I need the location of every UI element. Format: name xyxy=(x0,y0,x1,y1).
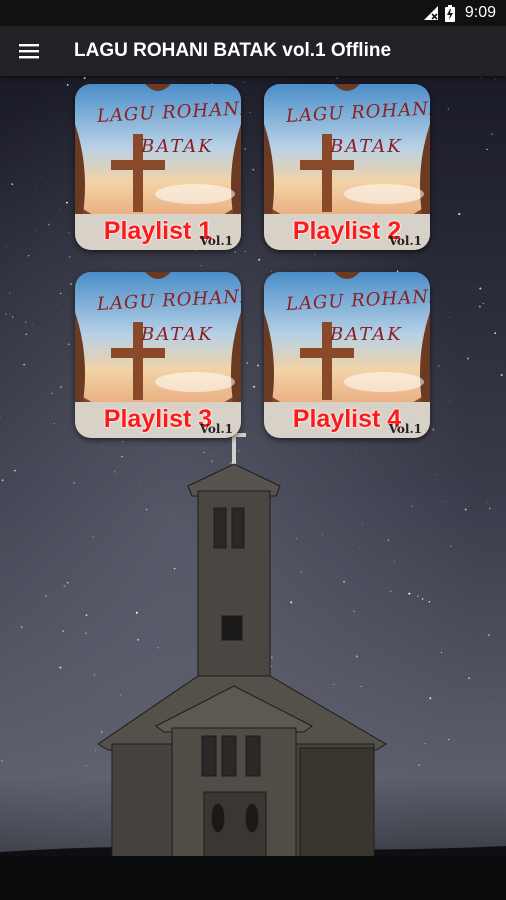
cover-title-line2: BATAK xyxy=(330,136,403,157)
menu-icon[interactable] xyxy=(18,42,40,60)
menu-button[interactable] xyxy=(0,26,58,76)
playlist-tile-2[interactable]: LAGU ROHANI BATAK Playlist 2 Vol.1 xyxy=(264,84,430,250)
battery-icon xyxy=(444,4,455,22)
cover-title-line2: BATAK xyxy=(141,324,214,345)
cover-title-line2: BATAK xyxy=(330,324,403,345)
status-bar: 9:09 xyxy=(0,0,506,26)
vol-badge: Vol.1 xyxy=(199,234,233,248)
signal-icon xyxy=(423,5,439,21)
status-time: 9:09 xyxy=(464,4,496,21)
playlist-tile-4[interactable]: LAGU ROHANI BATAK Playlist 4 Vol.1 xyxy=(264,272,430,438)
cover-title-line2: BATAK xyxy=(141,136,214,157)
vol-badge: Vol.1 xyxy=(388,234,422,248)
app-bar: LAGU ROHANI BATAK vol.1 Offline xyxy=(0,26,506,76)
vol-badge: Vol.1 xyxy=(199,422,233,436)
playlist-tile-3[interactable]: LAGU ROHANI BATAK Playlist 3 Vol.1 xyxy=(75,272,241,438)
vol-badge: Vol.1 xyxy=(388,422,422,436)
playlist-tile-1[interactable]: LAGU ROHANI BATAK Playlist 1 Vol.1 xyxy=(75,84,241,250)
app-title: LAGU ROHANI BATAK vol.1 Offline xyxy=(74,40,392,61)
